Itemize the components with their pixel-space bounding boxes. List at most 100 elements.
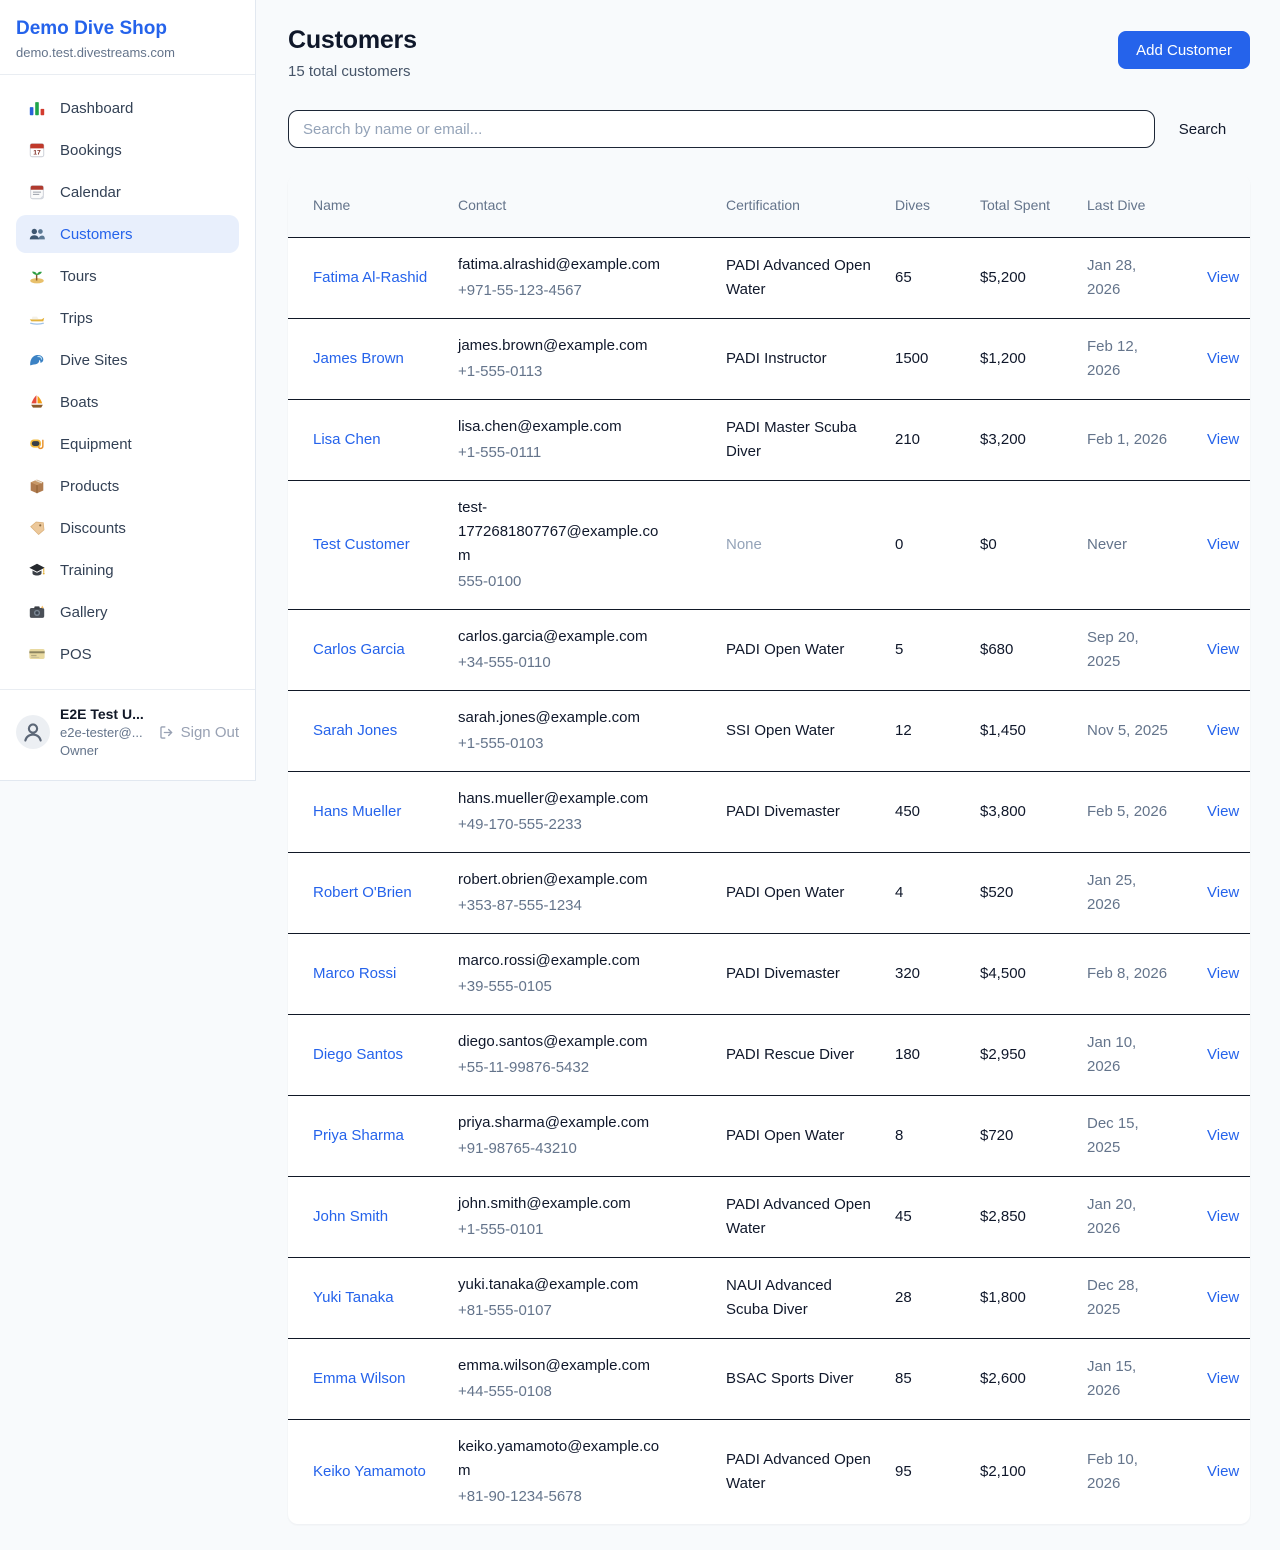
sign-out-label: Sign Out bbox=[181, 724, 239, 741]
customers-table-card: NameContactCertificationDivesTotal Spent… bbox=[288, 175, 1250, 1524]
view-customer-link[interactable]: View bbox=[1207, 803, 1239, 820]
view-customer-link[interactable]: View bbox=[1207, 1370, 1239, 1387]
customer-certification: PADI Advanced Open Water bbox=[726, 1196, 871, 1237]
customer-name-link[interactable]: Keiko Yamamoto bbox=[313, 1463, 426, 1480]
user-role: Owner bbox=[60, 743, 144, 758]
customer-name-link[interactable]: Test Customer bbox=[313, 536, 410, 553]
main-content: Customers 15 total customers Add Custome… bbox=[288, 0, 1250, 1550]
customer-dives: 5 bbox=[885, 609, 970, 690]
sidebar-item-label: Gallery bbox=[60, 604, 108, 621]
customer-name-link[interactable]: Emma Wilson bbox=[313, 1370, 406, 1387]
sidebar-item-dive-sites[interactable]: Dive Sites bbox=[16, 341, 239, 379]
customer-email: hans.mueller@example.com bbox=[458, 787, 668, 811]
table-row: Robert O'Brien robert.obrien@example.com+… bbox=[288, 852, 1250, 933]
sidebar-item-boats[interactable]: Boats bbox=[16, 383, 239, 421]
customer-name-link[interactable]: Fatima Al-Rashid bbox=[313, 269, 427, 286]
customer-phone: 555-0100 bbox=[458, 570, 668, 594]
dashboard-icon bbox=[28, 99, 46, 117]
customer-name-link[interactable]: Lisa Chen bbox=[313, 431, 381, 448]
sidebar-item-label: Calendar bbox=[60, 184, 121, 201]
sign-out-button[interactable]: Sign Out bbox=[158, 724, 239, 741]
column-header-contact: Contact bbox=[448, 175, 716, 237]
customer-name-link[interactable]: John Smith bbox=[313, 1208, 388, 1225]
sidebar-item-label: Products bbox=[60, 478, 119, 495]
sidebar-item-calendar[interactable]: Calendar bbox=[16, 173, 239, 211]
customer-phone: +353-87-555-1234 bbox=[458, 894, 668, 918]
customer-email: keiko.yamamoto@example.com bbox=[458, 1435, 668, 1483]
table-row: Fatima Al-Rashidfatima.alrashid@example.… bbox=[288, 237, 1250, 318]
sidebar-item-bookings[interactable]: 17Bookings bbox=[16, 131, 239, 169]
view-customer-link[interactable]: View bbox=[1207, 1046, 1239, 1063]
sidebar-item-discounts[interactable]: Discounts bbox=[16, 509, 239, 547]
view-customer-link[interactable]: View bbox=[1207, 1463, 1239, 1480]
view-customer-link[interactable]: View bbox=[1207, 965, 1239, 982]
sidebar-item-equipment[interactable]: Equipment bbox=[16, 425, 239, 463]
customer-name-link[interactable]: Priya Sharma bbox=[313, 1127, 404, 1144]
customer-email: carlos.garcia@example.com bbox=[458, 625, 668, 649]
customer-email: emma.wilson@example.com bbox=[458, 1354, 668, 1378]
customer-name-link[interactable]: Marco Rossi bbox=[313, 965, 396, 982]
sidebar-item-gallery[interactable]: Gallery bbox=[16, 593, 239, 631]
view-customer-link[interactable]: View bbox=[1207, 350, 1239, 367]
sidebar-item-tours[interactable]: Tours bbox=[16, 257, 239, 295]
view-customer-link[interactable]: View bbox=[1207, 1289, 1239, 1306]
customer-dives: 12 bbox=[885, 690, 970, 771]
sidebar-item-label: Dive Sites bbox=[60, 352, 128, 369]
customer-count: 15 total customers bbox=[288, 63, 417, 80]
sidebar-item-trips[interactable]: Trips bbox=[16, 299, 239, 337]
view-customer-link[interactable]: View bbox=[1207, 641, 1239, 658]
sidebar-item-products[interactable]: Products bbox=[16, 467, 239, 505]
customer-email: robert.obrien@example.com bbox=[458, 868, 668, 892]
sidebar-item-label: Training bbox=[60, 562, 114, 579]
sidebar-item-label: POS bbox=[60, 646, 92, 663]
customer-name-link[interactable]: Robert O'Brien bbox=[313, 884, 412, 901]
customer-last-dive: Feb 12, 2026 bbox=[1077, 318, 1183, 399]
sidebar-item-pos[interactable]: POS bbox=[16, 635, 239, 673]
customer-name-link[interactable]: Carlos Garcia bbox=[313, 641, 405, 658]
view-customer-link[interactable]: View bbox=[1207, 1208, 1239, 1225]
column-header-actions bbox=[1183, 175, 1250, 237]
sidebar-item-dashboard[interactable]: Dashboard bbox=[16, 89, 239, 127]
customer-phone: +49-170-555-2233 bbox=[458, 813, 668, 837]
add-customer-button[interactable]: Add Customer bbox=[1118, 31, 1250, 69]
customer-last-dive: Dec 15, 2025 bbox=[1077, 1095, 1183, 1176]
table-row: John Smithjohn.smith@example.com+1-555-0… bbox=[288, 1176, 1250, 1257]
customer-dives: 85 bbox=[885, 1338, 970, 1419]
search-button[interactable]: Search bbox=[1155, 121, 1250, 138]
customer-dives: 450 bbox=[885, 771, 970, 852]
customer-total-spent: $720 bbox=[970, 1095, 1077, 1176]
customer-name-link[interactable]: Diego Santos bbox=[313, 1046, 403, 1063]
customer-name-link[interactable]: Hans Mueller bbox=[313, 803, 401, 820]
customer-total-spent: $4,500 bbox=[970, 933, 1077, 1014]
view-customer-link[interactable]: View bbox=[1207, 722, 1239, 739]
column-header-certification: Certification bbox=[716, 175, 885, 237]
column-header-last-dive: Last Dive bbox=[1077, 175, 1183, 237]
customer-dives: 210 bbox=[885, 399, 970, 480]
customer-dives: 8 bbox=[885, 1095, 970, 1176]
view-customer-link[interactable]: View bbox=[1207, 884, 1239, 901]
customer-phone: +39-555-0105 bbox=[458, 975, 668, 999]
customer-last-dive: Nov 5, 2025 bbox=[1077, 690, 1183, 771]
view-customer-link[interactable]: View bbox=[1207, 269, 1239, 286]
tours-icon bbox=[28, 267, 46, 285]
customer-phone: +55-11-99876-5432 bbox=[458, 1056, 668, 1080]
customer-name-link[interactable]: Yuki Tanaka bbox=[313, 1289, 394, 1306]
customer-certification: PADI Open Water bbox=[726, 1127, 844, 1144]
shop-header: Demo Dive Shop demo.test.divestreams.com bbox=[0, 0, 255, 74]
customer-dives: 320 bbox=[885, 933, 970, 1014]
customer-certification: PADI Instructor bbox=[726, 350, 827, 367]
view-customer-link[interactable]: View bbox=[1207, 1127, 1239, 1144]
customer-name-link[interactable]: Sarah Jones bbox=[313, 722, 397, 739]
view-customer-link[interactable]: View bbox=[1207, 431, 1239, 448]
customer-dives: 4 bbox=[885, 852, 970, 933]
customer-email: priya.sharma@example.com bbox=[458, 1111, 668, 1135]
customer-email: diego.santos@example.com bbox=[458, 1030, 668, 1054]
search-input[interactable] bbox=[288, 110, 1155, 148]
customer-phone: +1-555-0101 bbox=[458, 1218, 668, 1242]
sidebar-item-training[interactable]: Training bbox=[16, 551, 239, 589]
customer-dives: 28 bbox=[885, 1257, 970, 1338]
customer-name-link[interactable]: James Brown bbox=[313, 350, 404, 367]
customer-total-spent: $3,800 bbox=[970, 771, 1077, 852]
view-customer-link[interactable]: View bbox=[1207, 536, 1239, 553]
sidebar-item-customers[interactable]: Customers bbox=[16, 215, 239, 253]
